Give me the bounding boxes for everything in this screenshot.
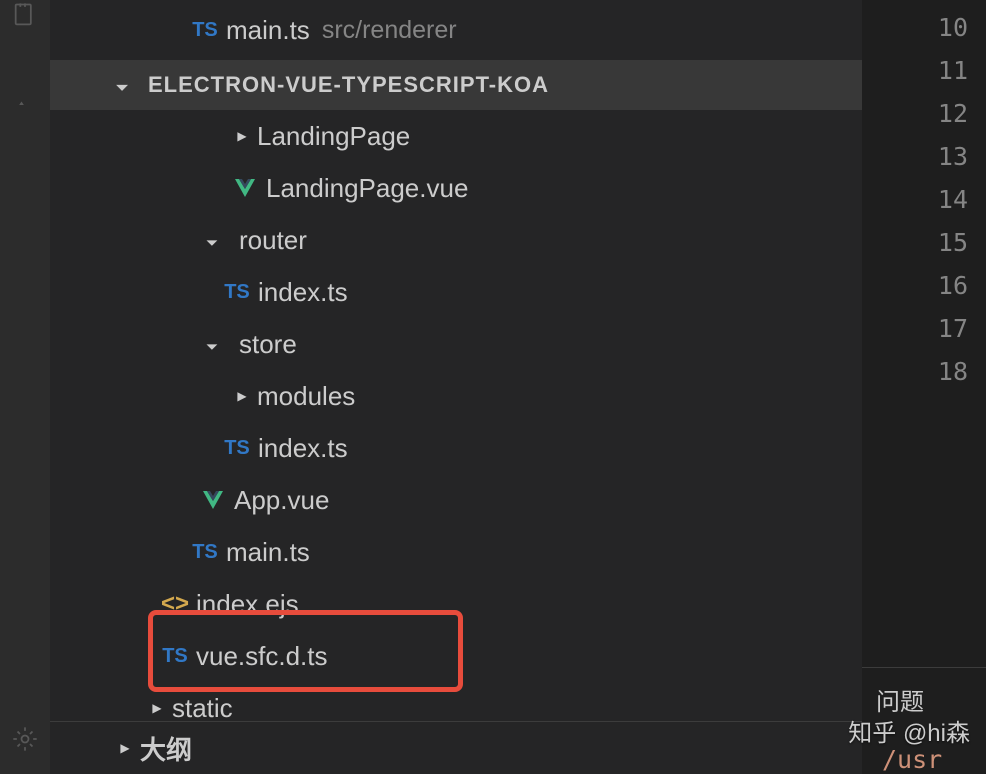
line-number: 18 xyxy=(862,350,968,393)
editor-area: 10 11 12 13 14 15 16 17 18 问题 /usr xyxy=(862,0,986,774)
folder-landingpage[interactable]: LandingPage xyxy=(50,110,862,162)
chevron-down-icon xyxy=(115,78,129,92)
vue-icon xyxy=(198,488,228,512)
line-numbers-gutter: 10 11 12 13 14 15 16 17 18 xyxy=(862,0,986,393)
vue-icon xyxy=(230,176,260,200)
settings-gear-icon[interactable] xyxy=(0,714,50,764)
file-app-vue[interactable]: App.vue xyxy=(50,474,862,526)
project-name-label: ELECTRON-VUE-TYPESCRIPT-KOA xyxy=(148,72,549,98)
outline-label: 大纲 xyxy=(140,730,192,767)
watermark-text: 知乎 @hi森 xyxy=(848,713,970,748)
folder-label: LandingPage xyxy=(257,121,410,152)
file-tree: LandingPage LandingPage.vue router TS in… xyxy=(50,110,862,721)
file-name-label: App.vue xyxy=(234,485,329,516)
ts-icon: TS xyxy=(190,19,220,42)
line-number: 16 xyxy=(862,264,968,307)
chevron-right-icon xyxy=(118,741,132,755)
code-icon: <> xyxy=(160,590,190,618)
open-editor-item[interactable]: TS main.ts src/renderer xyxy=(50,4,862,56)
chevron-right-icon xyxy=(235,389,249,403)
problems-tab[interactable]: 问题 xyxy=(876,689,924,716)
file-name-label: index.ts xyxy=(258,277,348,308)
file-store-index-ts[interactable]: TS index.ts xyxy=(50,422,862,474)
line-number: 15 xyxy=(862,221,968,264)
ts-icon: TS xyxy=(222,437,252,460)
chevron-right-icon xyxy=(235,129,249,143)
folder-label: static xyxy=(172,693,233,722)
file-name-label: main.ts xyxy=(226,537,310,568)
file-vue-sfc-d-ts[interactable]: TS vue.sfc.d.ts xyxy=(50,630,862,682)
line-number: 13 xyxy=(862,135,968,178)
file-name-label: index.ts xyxy=(258,433,348,464)
file-index-ejs[interactable]: <> index.ejs xyxy=(50,578,862,630)
activity-bar xyxy=(0,0,50,774)
ts-icon: TS xyxy=(222,281,252,304)
line-number: 17 xyxy=(862,307,968,350)
line-number: 10 xyxy=(862,6,968,49)
file-name-label: vue.sfc.d.ts xyxy=(196,641,328,672)
plug-icon[interactable] xyxy=(0,80,50,130)
file-main-ts[interactable]: TS main.ts xyxy=(50,526,862,578)
file-landingpage-vue[interactable]: LandingPage.vue xyxy=(50,162,862,214)
file-name-label: main.ts xyxy=(226,15,310,46)
folder-label: store xyxy=(239,329,297,360)
files-icon[interactable] xyxy=(0,0,50,40)
file-router-index-ts[interactable]: TS index.ts xyxy=(50,266,862,318)
line-number: 12 xyxy=(862,92,968,135)
chevron-right-icon xyxy=(150,701,164,715)
sidebar: TS main.ts src/renderer ELECTRON-VUE-TYP… xyxy=(50,0,862,774)
ts-icon: TS xyxy=(160,645,190,668)
folder-label: router xyxy=(239,225,307,256)
open-editors-section: TS main.ts src/renderer xyxy=(50,0,862,60)
file-name-label: index.ejs xyxy=(196,589,299,620)
ts-icon: TS xyxy=(190,541,220,564)
file-path-label: src/renderer xyxy=(322,16,457,45)
folder-label: modules xyxy=(257,381,355,412)
problem-path-text: /usr xyxy=(882,745,986,774)
file-name-label: LandingPage.vue xyxy=(266,173,468,204)
folder-static[interactable]: static xyxy=(50,682,862,721)
line-number: 14 xyxy=(862,178,968,221)
project-section-header[interactable]: ELECTRON-VUE-TYPESCRIPT-KOA xyxy=(50,60,862,110)
folder-modules[interactable]: modules xyxy=(50,370,862,422)
chevron-down-icon xyxy=(205,337,219,351)
folder-store[interactable]: store xyxy=(50,318,862,370)
chevron-down-icon xyxy=(205,233,219,247)
folder-router[interactable]: router xyxy=(50,214,862,266)
outline-section-header[interactable]: 大纲 xyxy=(50,721,862,774)
line-number: 11 xyxy=(862,49,968,92)
